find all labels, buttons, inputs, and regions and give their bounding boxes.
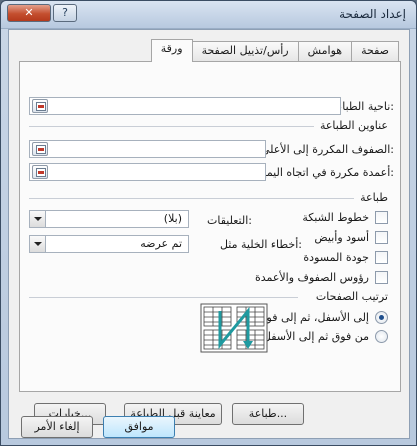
cols-repeat-field[interactable]	[29, 163, 266, 181]
black-white-label: أسود وأبيض	[314, 231, 369, 244]
divider	[29, 297, 298, 298]
tab-sheet[interactable]: ورقة	[150, 39, 193, 62]
close-button[interactable]: ✕	[7, 4, 51, 22]
ok-button[interactable]: موافق	[103, 416, 175, 438]
range-select-icon[interactable]	[32, 165, 48, 179]
cell-errors-dropdown[interactable]: تم عرضه	[29, 235, 189, 253]
over-then-down-label: من فوق ثم إلى الأسفل	[262, 330, 369, 343]
dialog-title: إعداد الصفحة	[339, 7, 406, 21]
page-order-preview-icon	[200, 303, 268, 353]
tab-strip: صفحة هوامش رأس/تذييل الصفحة ورقة	[150, 39, 399, 62]
comments-value: (بلا)	[163, 212, 182, 225]
title-bar: إعداد الصفحة ✕ ?	[1, 1, 416, 29]
tab-header-footer[interactable]: رأس/تذييل الصفحة	[191, 41, 299, 61]
cell-errors-value: تم عرضه	[140, 237, 182, 250]
chevron-down-icon[interactable]	[30, 236, 46, 252]
comments-label: التعليقات:	[207, 214, 252, 227]
row-col-headings-checkbox[interactable]	[375, 271, 388, 284]
dialog-client-area: صفحة هوامش رأس/تذييل الصفحة ورقة ناحية ا…	[8, 29, 410, 439]
range-select-icon[interactable]	[32, 142, 48, 156]
help-button[interactable]: ?	[53, 4, 77, 22]
draft-quality-checkbox[interactable]	[375, 251, 388, 264]
print-titles-heading: عناوين الطباعة	[319, 119, 388, 132]
cell-errors-label: أخطاء الخلية مثل:	[219, 238, 302, 251]
comments-dropdown[interactable]: (بلا)	[29, 210, 189, 228]
gridlines-label: خطوط الشبكة	[302, 211, 369, 224]
draft-quality-label: جودة المسودة	[303, 251, 369, 264]
down-then-over-radio[interactable]	[375, 311, 388, 324]
over-then-down-radio[interactable]	[375, 330, 388, 343]
cancel-button[interactable]: إلغاء الأمر	[21, 416, 93, 438]
tab-page[interactable]: صفحة	[351, 41, 399, 61]
divider	[29, 126, 314, 127]
print-button[interactable]: طباعة...	[232, 403, 304, 425]
page-setup-dialog: إعداد الصفحة ✕ ? صفحة هوامش رأس/تذييل ال…	[0, 0, 417, 446]
divider	[29, 198, 354, 199]
print-area-field[interactable]	[29, 97, 341, 115]
rows-repeat-label: الصفوف المكررة إلى الأعلى:	[260, 143, 394, 156]
page-order-heading: ترتيب الصفحات	[315, 290, 388, 303]
cols-repeat-label: أعمدة مكررة في اتجاه اليمين:	[255, 166, 394, 179]
chevron-down-icon[interactable]	[30, 211, 46, 227]
tab-margins[interactable]: هوامش	[297, 41, 353, 61]
sheet-tab-panel: ناحية الطباعة: عناوين الطباعة الصفوف الم…	[19, 61, 401, 425]
rows-repeat-field[interactable]	[29, 140, 266, 158]
black-white-checkbox[interactable]	[375, 231, 388, 244]
range-select-icon[interactable]	[32, 99, 48, 113]
down-then-over-label: إلى الأسفل، ثم إلى فوق	[258, 311, 369, 324]
print-heading: طباعة	[360, 191, 388, 204]
row-col-headings-label: رؤوس الصفوف والأعمدة	[254, 271, 369, 284]
gridlines-checkbox[interactable]	[375, 211, 388, 224]
